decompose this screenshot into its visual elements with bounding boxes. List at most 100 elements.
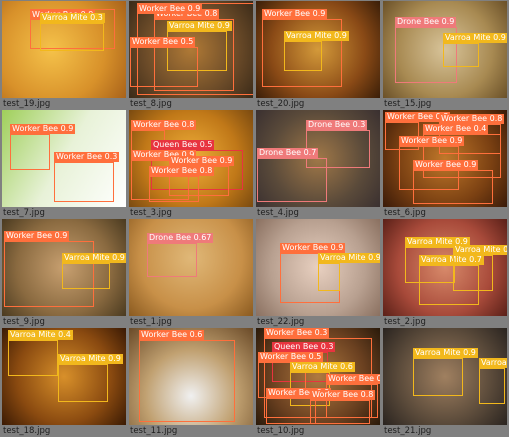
detection-box: Varroa Mite 0.4 [8,330,73,376]
result-tile[interactable]: Worker Bee 0.9 Varroa Mite 0.9 test_22.jpg [255,218,382,327]
result-tile[interactable]: Varroa Mite 0.9Varroa Mite 0.9test_21.jp… [382,327,509,436]
detection-box: Drone Bee 0.7 [257,148,327,202]
detection-box: Worker Bee 0.9 [266,388,332,424]
detection-label: Varroa Mite 0.9 [62,253,126,263]
bee-photo: Varroa Mite 0.9Varroa Mite 0.9 [383,328,507,425]
detection-label: Worker Bee 0.8 [310,390,376,400]
detection-label: Worker Bee 0.5 [130,37,196,47]
result-tile[interactable]: Worker Bee 0.9 Varroa Mite 0.9 test_9.jpg [1,218,128,327]
image-filename: test_11.jpg [130,426,178,436]
detection-label: Worker Bee 0.9 [169,156,235,166]
bee-photo: Worker Bee 0.3 Queen Bee 0.3 Worker Bee 0.… [256,328,380,425]
detection-label: Worker Bee 0.4 [423,124,489,134]
detection-label: Drone Bee 0.3 [306,120,368,130]
detection-box: Varroa Mite 0.9 [58,354,123,402]
image-filename: test_8.jpg [130,99,172,109]
image-filename: test_22.jpg [257,317,305,327]
bee-photo: Varroa Mite 0.9 Varroa Mite 0.7 Varroa Mit… [383,219,507,316]
detection-label: Varroa Mite 0.9 [479,358,507,368]
detection-label: Queen Bee 0.3 [272,342,336,352]
detection-label: Varroa Mite 0.9 [58,354,123,364]
image-filename: test_9.jpg [3,317,45,327]
bee-photo: Worker Bee 0.8 Worker Bee 0.8 Worker Bee 0… [383,110,507,207]
image-filename: test_10.jpg [257,426,305,436]
bee-photo: Worker Bee 0.8Worker Bee 0.9Varroa Mite … [129,1,253,98]
image-filename: test_15.jpg [384,99,432,109]
detection-label: Varroa Mite 0.4 [8,330,73,340]
detection-label: Varroa Mite 0.3 [40,13,105,23]
detection-label: Worker Bee 0.9 [4,231,70,241]
detection-box: Varroa Mite 0.8 [453,245,507,291]
image-filename: test_6.jpg [384,208,426,218]
detection-box: Worker Bee 0.6 [139,330,235,422]
detection-label: Worker Bee 0.8 [131,120,197,130]
image-filename: test_21.jpg [384,426,432,436]
detection-label: Varroa Mite 0.6 [290,362,355,372]
bee-photo: Drone Bee 0.67 [129,219,253,316]
detection-label: Varroa Mite 0.9 [318,253,380,263]
image-filename: test_18.jpg [3,426,51,436]
detection-label: Worker Bee 0.3 [264,328,330,338]
detection-box: Worker Bee 0.8 [310,390,376,424]
result-tile[interactable]: Worker Bee 0.9 Varroa Mite 0.9 test_20.jpg [255,0,382,109]
bee-photo: Drone Bee 0.3 Drone Bee 0.7 [256,110,380,207]
image-filename: test_20.jpg [257,99,305,109]
bee-photo: Worker Bee 0.9 Varroa Mite 0.9 [256,1,380,98]
result-tile[interactable]: Drone Bee 0.67 test_1.jpg [128,218,255,327]
detection-box: Worker Bee 0.3 [54,152,120,202]
bee-photo: Worker Bee 0.8 Queen Bee 0.5 Worker Bee 0.… [129,110,253,207]
detection-box: Varroa Mite 0.9 [284,31,349,71]
detection-box: Varroa Mite 0.9 [443,33,507,67]
detection-box: Varroa Mite 0.9 [413,348,478,396]
bee-photo: Worker Bee 0.6 [129,328,253,425]
result-tile[interactable]: Worker Bee 0.8 Queen Bee 0.5 Worker Bee 0.… [128,109,255,218]
bee-photo: Worker Bee 0.9 Varroa Mite 0.9 [2,219,126,316]
image-filename: test_4.jpg [257,208,299,218]
detection-label: Varroa Mite 0.9 [284,31,349,41]
result-tile[interactable]: Drone Bee 0.3 Drone Bee 0.7 test_4.jpg [255,109,382,218]
result-tile[interactable]: Worker Bee 0.9Varroa Mite 0.3test_19.jpg [1,0,128,109]
result-tile[interactable]: Drone Bee 0.9 Varroa Mite 0.9 test_15.jpg [382,0,509,109]
image-filename: test_2.jpg [384,317,426,327]
detection-label: Drone Bee 0.67 [147,233,214,243]
detection-label: Worker Bee 0.8 [326,374,380,384]
result-tile[interactable]: Varroa Mite 0.4 Varroa Mite 0.9 test_18.jp… [1,327,128,436]
bee-photo: Worker Bee 0.9Varroa Mite 0.3 [2,1,126,98]
detection-label: Varroa Mite 0.9 [443,33,507,43]
result-tile[interactable]: Worker Bee 0.6 test_11.jpg [128,327,255,436]
detection-label: Worker Bee 0.9 [137,4,203,14]
detection-label: Varroa Mite 0.9 [413,348,478,358]
result-tile[interactable]: Worker Bee 0.9 Worker Bee 0.3 test_7.jpg [1,109,128,218]
detection-box: Varroa Mite 0.3 [40,13,105,51]
detection-label: Worker Bee 0.9 [262,9,328,19]
image-filename: test_7.jpg [3,208,45,218]
detection-label: Worker Bee 0.9 [399,136,465,146]
detection-box: Worker Bee 0.8 [149,166,215,202]
detection-label: Worker Bee 0.9 [413,160,479,170]
result-tile[interactable]: Worker Bee 0.3 Queen Bee 0.3 Worker Bee 0.… [255,327,382,436]
result-tile[interactable]: Varroa Mite 0.9 Varroa Mite 0.7 Varroa Mit… [382,218,509,327]
detection-label: Worker Bee 0.9 [10,124,76,134]
image-filename: test_19.jpg [3,99,51,109]
bee-photo: Worker Bee 0.9 Worker Bee 0.3 [2,110,126,207]
image-filename: test_3.jpg [130,208,172,218]
image-filename: test_1.jpg [130,317,172,327]
detection-label: Varroa Mite 0.8 [453,245,507,255]
detection-label: Drone Bee 0.9 [395,17,457,27]
bee-photo: Worker Bee 0.9 Varroa Mite 0.9 [256,219,380,316]
detection-box: Varroa Mite 0.9 [479,358,507,404]
detection-label: Worker Bee 0.5 [258,352,324,362]
detection-label: Worker Bee 0.8 [439,114,505,124]
detection-box: Drone Bee 0.67 [147,233,214,277]
result-tile[interactable]: Worker Bee 0.8 Worker Bee 0.8 Worker Bee 0… [382,109,509,218]
bee-photo: Varroa Mite 0.4 Varroa Mite 0.9 [2,328,126,425]
result-tile[interactable]: Worker Bee 0.8Worker Bee 0.9Varroa Mite … [128,0,255,109]
detection-label: Drone Bee 0.7 [257,148,319,158]
detection-box: Varroa Mite 0.9 [62,253,126,289]
bee-photo: Drone Bee 0.9 Varroa Mite 0.9 [383,1,507,98]
detection-box: Varroa Mite 0.9 [318,253,380,291]
detection-label: Worker Bee 0.6 [139,330,205,340]
detection-label: Queen Bee 0.5 [151,140,215,150]
detection-label: Worker Bee 0.8 [149,166,215,176]
detection-box: Worker Bee 0.9 [413,160,493,204]
